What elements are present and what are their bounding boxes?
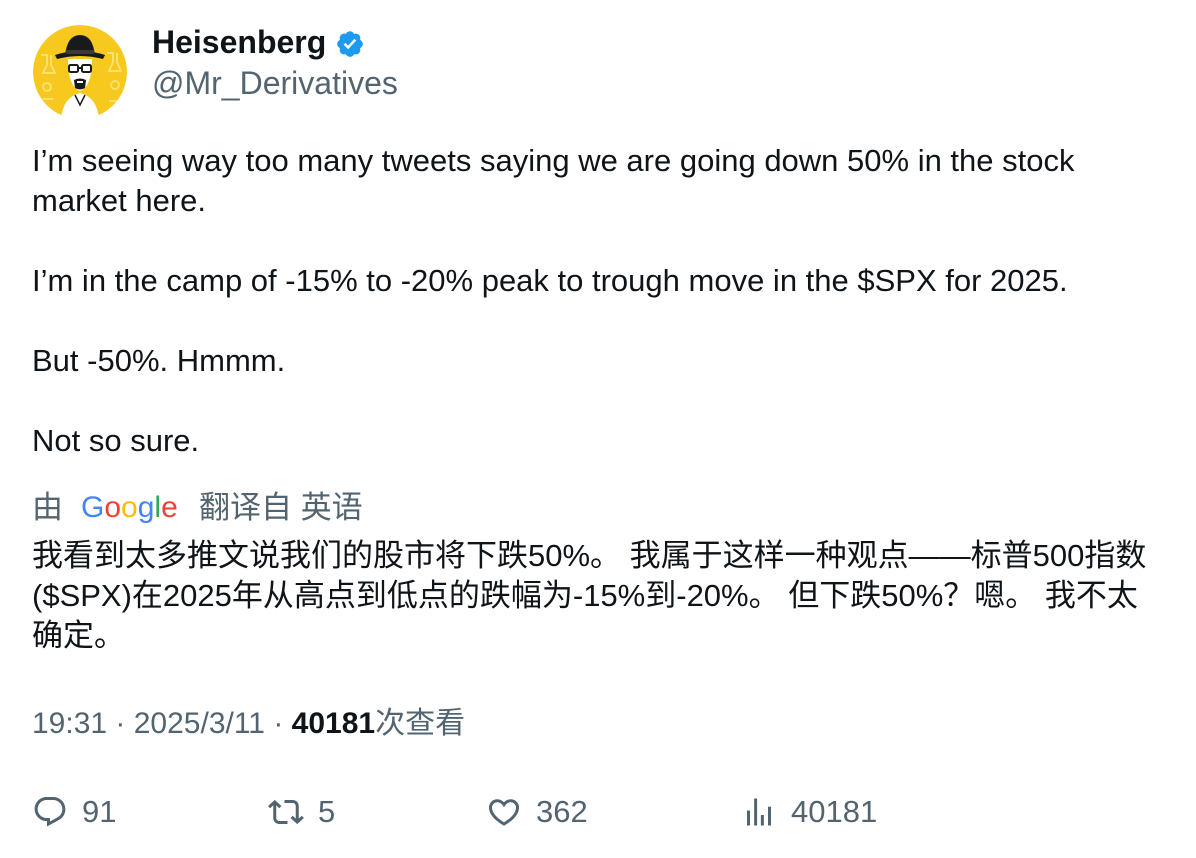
author-handle[interactable]: @Mr_Derivatives <box>152 63 398 103</box>
author-display-name[interactable]: Heisenberg <box>152 25 326 59</box>
bar-chart-icon <box>747 798 771 826</box>
meta-separator: · <box>107 707 134 740</box>
google-logo-icon: Google <box>81 491 178 524</box>
translation-attribution: 由 Google 翻译自 英语 <box>32 488 363 528</box>
like-button[interactable]: 362 <box>486 790 588 834</box>
translated-text: 我看到太多推文说我们的股市将下跌50%。 我属于这样一种观点——标普500指数(… <box>32 538 1147 653</box>
reply-button[interactable]: 91 <box>32 790 116 834</box>
reply-count: 91 <box>82 794 117 829</box>
like-count: 362 <box>536 794 588 829</box>
author-identity: Heisenberg @Mr_Derivatives <box>152 25 398 103</box>
retweet-button[interactable]: 5 <box>268 790 335 834</box>
tweet-text: I’m seeing way too many tweets saying we… <box>32 141 1152 461</box>
tweet-paragraph: Not so sure. <box>32 423 200 458</box>
speech-bubble-icon <box>34 797 66 827</box>
views-count: 40181 <box>291 707 376 740</box>
tweet-date[interactable]: 2025/3/11 <box>134 707 265 740</box>
tweet-time[interactable]: 19:31 <box>32 707 107 740</box>
tweet-meta: 19:31 · 2025/3/11 · 40181次查看 <box>32 704 465 744</box>
views-button[interactable]: 40181 <box>741 790 877 834</box>
tweet-paragraph: I’m in the camp of -15% to -20% peak to … <box>32 263 1068 298</box>
svg-text:Google: Google <box>81 491 178 524</box>
name-row: Heisenberg <box>152 25 398 59</box>
verified-badge-icon[interactable] <box>335 29 365 59</box>
views-label: 次查看 <box>375 707 466 740</box>
translation-suffix: 翻译自 英语 <box>199 490 363 525</box>
tweet-paragraph: I’m seeing way too many tweets saying we… <box>32 143 1075 218</box>
google-logo: Google <box>81 488 179 528</box>
tweet-header: Heisenberg @Mr_Derivatives <box>33 25 398 119</box>
retweet-count: 5 <box>318 794 336 829</box>
views-action-count: 40181 <box>791 794 878 829</box>
tweet-card: Heisenberg @Mr_Derivatives I’m seeing wa… <box>0 0 1196 858</box>
tweet-paragraph: But -50%. Hmmm. <box>32 343 286 378</box>
heisenberg-avatar-icon <box>33 25 127 119</box>
meta-separator: · <box>265 707 292 740</box>
translation-prefix: 由 <box>32 490 63 525</box>
action-bar: 91 5 362 40181 <box>0 790 1196 834</box>
retweet-arrows-icon <box>268 799 304 825</box>
avatar[interactable] <box>33 25 127 119</box>
heart-icon <box>488 799 520 826</box>
